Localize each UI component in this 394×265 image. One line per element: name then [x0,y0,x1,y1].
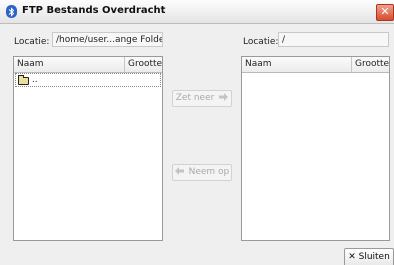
local-file-list[interactable]: Naam Grootte .. [13,56,163,241]
arrow-left-icon [174,167,184,175]
left-location-label: Locatie: [14,37,50,47]
column-header-size[interactable]: Grootte [124,57,164,72]
right-location-label: Locatie: [243,37,279,47]
column-header-size[interactable]: Grootte [351,57,391,72]
list-item-name: .. [31,75,38,85]
column-header-name[interactable]: Naam [242,57,351,72]
remote-list-header: Naam Grootte [242,57,389,73]
get-button[interactable]: Neem op [172,164,232,181]
window-title: FTP Bestands Overdracht [22,5,166,16]
left-location-field[interactable]: /home/user...ange Folder [52,32,163,47]
window-close-button[interactable]: ✕ [376,4,394,21]
close-icon: ✕ [380,5,390,18]
remote-file-list[interactable]: Naam Grootte [241,56,390,241]
bluetooth-icon [6,5,17,18]
folder-icon [18,75,29,85]
column-header-name[interactable]: Naam [14,57,124,72]
close-button[interactable]: ✕ Sluiten [344,248,394,265]
put-button-label: Zet neer [175,93,215,103]
title-bar[interactable]: FTP Bestands Overdracht ✕ [0,0,394,24]
get-button-label: Neem op [188,167,230,177]
right-location-field[interactable]: / [278,32,389,47]
local-list-header: Naam Grootte [14,57,162,73]
arrow-right-icon [219,93,229,101]
close-icon: ✕ [348,252,356,262]
list-item[interactable]: .. [15,73,161,87]
put-button[interactable]: Zet neer [172,90,232,107]
close-button-label: Sluiten [358,252,390,262]
